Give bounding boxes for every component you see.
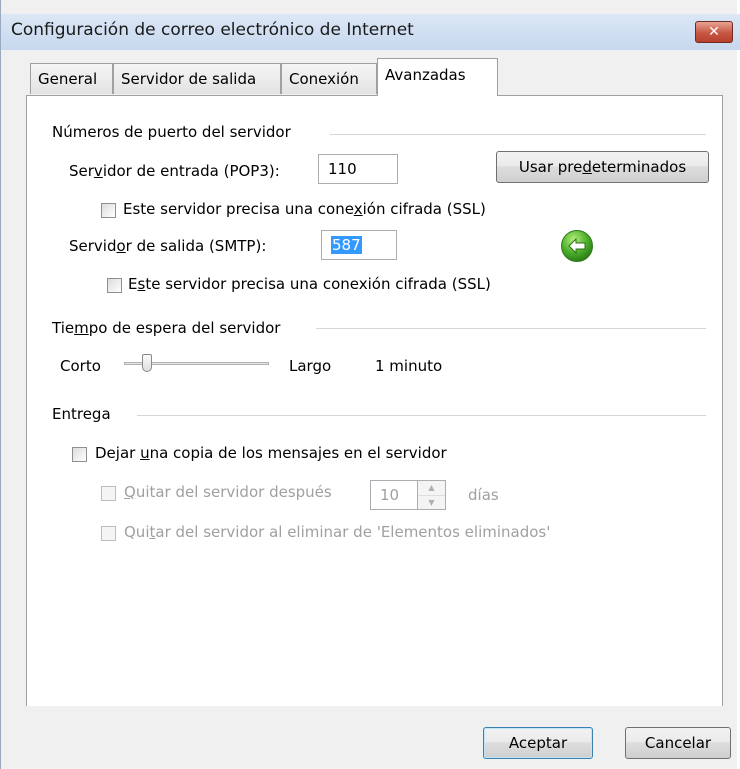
outgoing-port-label: Servidor de salida (SMTP): <box>69 237 267 255</box>
outgoing-port-input[interactable]: 587 <box>321 230 397 260</box>
outgoing-ssl-label: Este servidor precisa una conexión cifra… <box>128 275 491 293</box>
timeout-short-label: Corto <box>60 357 101 375</box>
leave-copy-checkbox[interactable] <box>72 447 87 462</box>
advanced-tab-page: Números de puerto del servidor Servidor … <box>26 95 723 707</box>
remove-after-checkbox[interactable] <box>101 486 116 501</box>
remove-deleted-label: Quitar del servidor al eliminar de 'Elem… <box>124 523 551 541</box>
spin-down-icon[interactable]: ▼ <box>418 496 445 510</box>
days-unit-label: días <box>468 486 499 504</box>
spin-up-icon[interactable]: ▲ <box>418 481 445 496</box>
incoming-ssl-label: Este servidor precisa una conexión cifra… <box>123 200 486 218</box>
title-bar[interactable]: Configuración de correo electrónico de I… <box>1 14 740 50</box>
timeout-value: 1 minuto <box>375 357 443 375</box>
timeout-slider-thumb[interactable] <box>142 354 152 372</box>
close-icon: ✕ <box>708 24 720 40</box>
outgoing-port-selection: 587 <box>331 236 362 254</box>
remove-deleted-checkbox[interactable] <box>101 526 116 541</box>
incoming-ssl-checkbox[interactable] <box>101 203 116 218</box>
remove-after-label: Quitar del servidor después <box>124 483 332 501</box>
days-spinner[interactable]: ▲ ▼ <box>417 480 446 510</box>
tab-connection[interactable]: Conexión <box>281 63 377 94</box>
dialog-window: Configuración de correo electrónico de I… <box>0 0 740 769</box>
tab-general[interactable]: General <box>30 63 113 94</box>
incoming-port-label: Servidor de entrada (POP3): <box>69 162 280 180</box>
close-button[interactable]: ✕ <box>695 21 733 43</box>
use-defaults-button[interactable]: Usar predeterminados <box>496 151 709 183</box>
timeout-heading: Tiempo de espera del servidor <box>52 319 281 337</box>
tab-advanced[interactable]: Avanzadas <box>377 58 498 96</box>
timeout-divider <box>316 328 706 329</box>
back-arrow-icon <box>561 230 593 262</box>
timeout-long-label: Largo <box>289 357 332 375</box>
leave-copy-label: Dejar una copia de los mensajes en el se… <box>95 444 447 462</box>
ports-divider <box>330 134 706 135</box>
tab-outgoing-server[interactable]: Servidor de salida <box>113 63 281 94</box>
delivery-divider <box>137 415 706 416</box>
cancel-button[interactable]: Cancelar <box>625 727 731 759</box>
remove-after-days-input[interactable]: 10 <box>370 480 418 510</box>
ports-heading: Números de puerto del servidor <box>52 123 291 141</box>
delivery-heading: Entrega <box>52 405 111 423</box>
dialog-footer: Aceptar Cancelar <box>1 706 737 769</box>
incoming-port-input[interactable]: 110 <box>318 154 398 184</box>
ok-button[interactable]: Aceptar <box>483 727 593 759</box>
window-title: Configuración de correo electrónico de I… <box>11 20 414 40</box>
outgoing-ssl-checkbox[interactable] <box>107 278 122 293</box>
